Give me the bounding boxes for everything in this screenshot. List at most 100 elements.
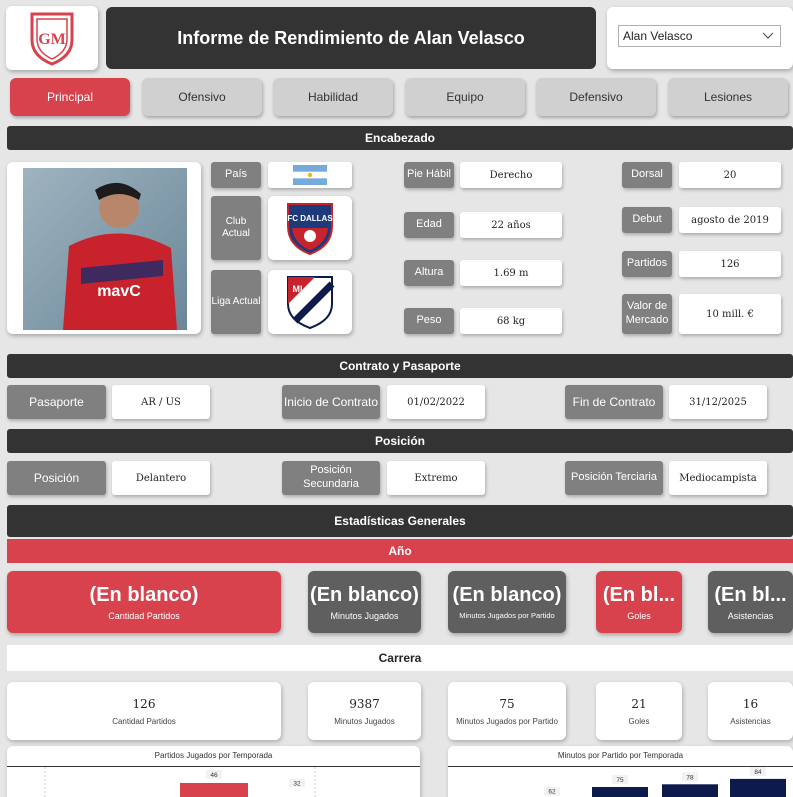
debut-value: agosto de 2019 [679, 207, 781, 233]
pie-value: Derecho [460, 162, 562, 188]
svg-text:mavC: mavC [97, 283, 141, 300]
kpi-asistencias: (En bl... Asistencias [708, 571, 793, 633]
valor-value: 10 mill. € [679, 294, 781, 334]
chart-data-label: 62 [548, 789, 556, 796]
edad-value: 22 años [460, 212, 562, 238]
kpi-value: (En bl... [602, 583, 676, 606]
dorsal-label: Dorsal [622, 162, 672, 188]
kpi-caption: Asistencias [727, 610, 774, 621]
tab-ofensivo[interactable]: Ofensivo [142, 78, 262, 116]
carrera-bar: Carrera [7, 645, 793, 671]
peso-value: 68 kg [460, 308, 562, 334]
carrera-value: 21 [631, 696, 647, 711]
kpi-value: (En blanco) [89, 583, 199, 606]
player-select[interactable]: Alan Velasco [618, 25, 781, 47]
dorsal-value: 20 [679, 162, 781, 188]
edad-label: Edad [404, 212, 454, 238]
logo-text: GM [38, 31, 66, 48]
tab-label: Habilidad [307, 90, 359, 104]
carrera-value: 75 [499, 696, 515, 711]
year-filter-bar[interactable]: Año [7, 539, 793, 563]
tab-defensivo[interactable]: Defensivo [536, 78, 656, 116]
kpi-value: (En blanco) [310, 583, 419, 606]
posicion-value: Delantero [112, 461, 210, 495]
mls-logo-icon: MLS [287, 276, 335, 330]
section-title: Posición [374, 434, 425, 448]
kpi-caption: Cantidad Partidos [108, 610, 180, 621]
chart-bar [662, 784, 718, 797]
inicio-contrato-label: Inicio de Contrato [282, 385, 380, 419]
liga-logo-card: MLS [268, 270, 352, 334]
tab-label: Ofensivo [178, 90, 226, 104]
fc-dallas-crest-icon: FC DALLAS [287, 203, 333, 256]
carrera-caption: Asistencias [730, 716, 771, 726]
tab-equipo[interactable]: Equipo [405, 78, 525, 116]
club-shield-logo: GM [30, 12, 74, 66]
chart-plot-area: 46 32 [44, 767, 316, 797]
tab-lesiones[interactable]: Lesiones [668, 78, 788, 116]
club-logo-card: FC DALLAS [268, 196, 352, 260]
partidos-value: 126 [679, 251, 781, 277]
carrera-caption: Minutos Jugados por Partido [456, 716, 558, 726]
carrera-title: Carrera [378, 651, 422, 665]
kpi-caption: Goles [627, 610, 651, 621]
chart-partidos-temporada: Partidos Jugados por Temporada 46 32 [7, 746, 420, 797]
kpi-caption: Minutos Jugados por Partido [459, 611, 555, 620]
peso-label: Peso [404, 308, 454, 334]
chart-data-label: 46 [210, 772, 218, 779]
carrera-caption: Cantidad Partidos [112, 716, 176, 726]
section-title: Encabezado [364, 131, 436, 145]
carrera-goles: 21 Goles [596, 682, 682, 740]
club-label: Club Actual [211, 196, 261, 260]
liga-logo-text: MLS [293, 284, 312, 294]
chart-data-label: 75 [616, 777, 624, 784]
carrera-minutos-jugados: 9387 Minutos Jugados [308, 682, 421, 740]
section-estadisticas: Estadísticas Generales [7, 505, 793, 537]
chart-data-label: 78 [686, 774, 694, 781]
player-select-card: Alan Velasco [607, 7, 793, 69]
tab-label: Equipo [446, 90, 484, 104]
player-photo: mavC [23, 168, 187, 330]
tab-label: Principal [46, 90, 94, 104]
pasaporte-label: Pasaporte [7, 385, 106, 419]
kpi-goles: (En bl... Goles [596, 571, 682, 633]
carrera-value: 9387 [349, 696, 380, 711]
tab-habilidad[interactable]: Habilidad [273, 78, 393, 116]
page-title: Informe de Rendimiento de Alan Velasco [177, 27, 525, 48]
carrera-value: 16 [742, 696, 759, 711]
chart-data-label: 32 [293, 780, 301, 787]
tab-label: Lesiones [703, 90, 753, 104]
pasaporte-value: AR / US [112, 385, 210, 419]
section-posicion: Posición [7, 429, 793, 453]
carrera-minutos-por-partido: 75 Minutos Jugados por Partido [448, 682, 566, 740]
kpi-minutos-jugados: (En blanco) Minutos Jugados [308, 571, 421, 633]
logo-card: GM [6, 6, 98, 70]
posicion-terciaria-value: Mediocampista [669, 461, 767, 495]
section-encabezado: Encabezado [7, 126, 793, 150]
pais-flag-card [268, 162, 352, 188]
partidos-label: Partidos [622, 251, 672, 277]
carrera-asistencias: 16 Asistencias [708, 682, 793, 740]
chart-title: Minutos por Partido por Temporada [557, 751, 684, 760]
carrera-value: 126 [132, 696, 156, 711]
report-title-bar: Informe de Rendimiento de Alan Velasco [106, 7, 596, 69]
inicio-contrato-value: 01/02/2022 [387, 385, 485, 419]
liga-label: Liga Actual [211, 270, 261, 334]
argentina-flag-icon [293, 165, 327, 185]
pie-label: Pie Hábil [404, 162, 454, 188]
posicion-secundaria-label: Posición Secundaria [282, 461, 380, 495]
kpi-cantidad-partidos: (En blanco) Cantidad Partidos [7, 571, 281, 633]
altura-value: 1.69 m [460, 260, 562, 286]
tab-label: Defensivo [569, 90, 623, 104]
section-contrato: Contrato y Pasaporte [7, 354, 793, 378]
altura-label: Altura [404, 260, 454, 286]
kpi-minutos-por-partido: (En blanco) Minutos Jugados por Partido [448, 571, 566, 633]
kpi-value: (En blanco) [452, 584, 562, 606]
tab-principal[interactable]: Principal [10, 78, 130, 116]
year-bar-label: Año [388, 544, 412, 558]
chart-bar [592, 787, 648, 797]
fin-contrato-value: 31/12/2025 [669, 385, 767, 419]
posicion-label: Posición [7, 461, 106, 495]
fin-contrato-label: Fin de Contrato [565, 385, 663, 419]
chevron-down-icon [762, 32, 774, 39]
